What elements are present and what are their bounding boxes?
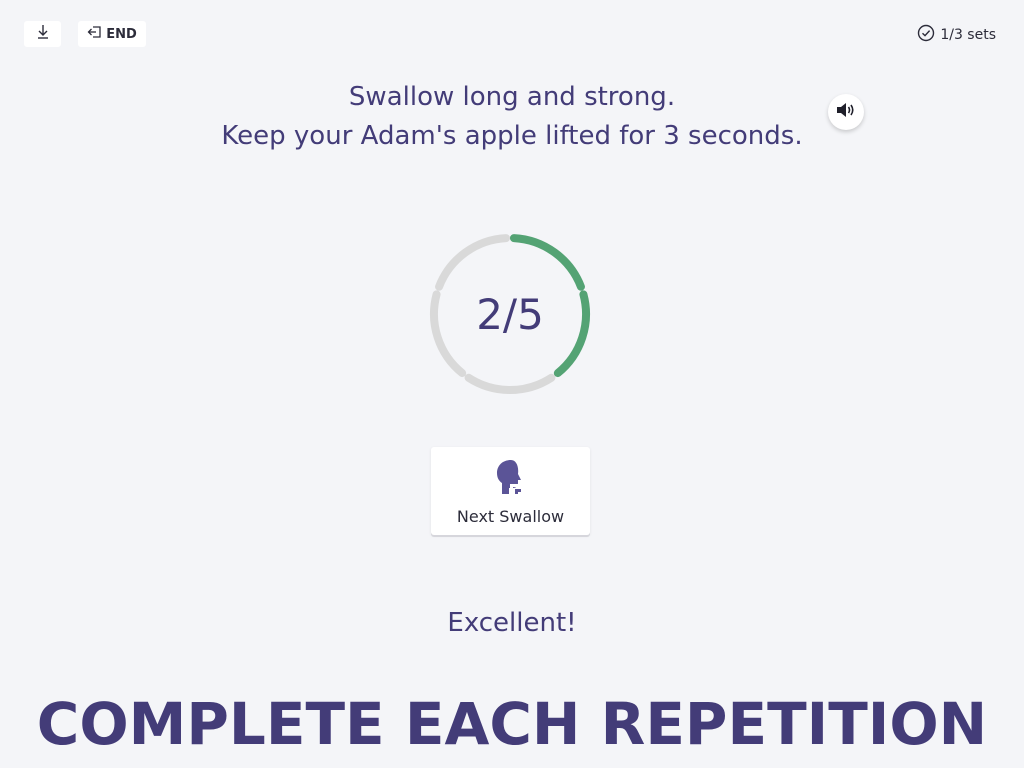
exit-icon [87,25,102,43]
instruction-line-2: Keep your Adam's apple lifted for 3 seco… [221,121,803,151]
repetition-counter: 2/5 [476,289,544,339]
check-circle-icon [917,24,935,46]
sets-label: 1/3 sets [940,27,996,43]
speaker-icon [836,102,856,122]
next-swallow-button[interactable]: Next Swallow [431,447,590,535]
next-swallow-label: Next Swallow [456,507,565,526]
end-button[interactable]: END [78,21,146,47]
head-throat-icon [495,459,527,501]
instructions: Swallow long and strong. Keep your Adam'… [0,78,1024,156]
end-label: END [106,26,137,42]
collapse-down-icon [36,24,50,44]
sets-progress: 1/3 sets [917,24,996,46]
instruction-line-1: Swallow long and strong. [348,82,676,112]
banner-title: COMPLETE EACH REPETITION [36,690,988,758]
feedback-text: Excellent! [447,608,577,638]
collapse-button[interactable] [24,21,61,47]
audio-button[interactable] [828,94,864,130]
